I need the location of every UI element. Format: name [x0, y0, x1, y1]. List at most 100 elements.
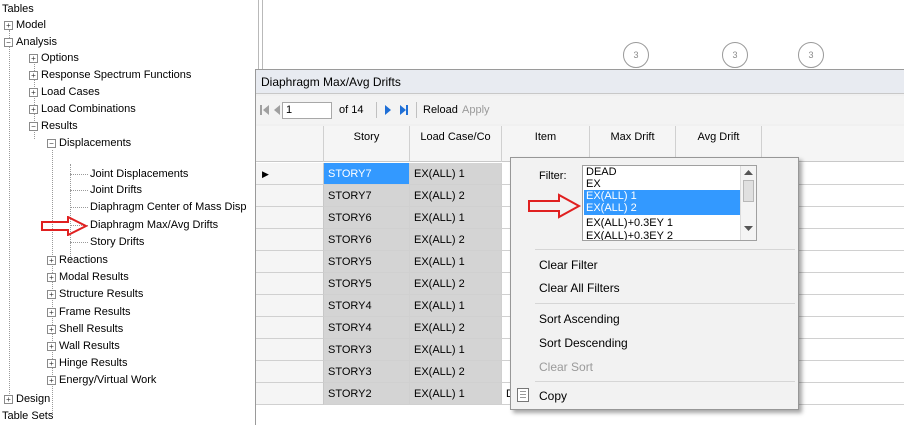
tree-item-label: Results: [41, 120, 78, 132]
last-page-icon[interactable]: [399, 104, 409, 116]
tree-item-label: Response Spectrum Functions: [41, 69, 192, 81]
copy-icon: [517, 388, 529, 402]
cell-load-case[interactable]: EX(ALL) 1: [410, 207, 502, 229]
copy-menu-item[interactable]: Copy: [539, 386, 567, 406]
row-header[interactable]: [256, 229, 324, 251]
red-annotation-arrow-icon: [528, 193, 582, 219]
cell-story[interactable]: STORY4: [324, 295, 410, 317]
apply-button[interactable]: Apply: [462, 96, 490, 124]
cell-story[interactable]: STORY6: [324, 207, 410, 229]
cell-load-case[interactable]: EX(ALL) 2: [410, 317, 502, 339]
row-header[interactable]: ▶: [256, 163, 324, 185]
row-header[interactable]: [256, 295, 324, 317]
reload-button[interactable]: Reload: [423, 96, 458, 124]
cell-story[interactable]: STORY4: [324, 317, 410, 339]
cell-story[interactable]: STORY5: [324, 251, 410, 273]
tree-item-label: Model: [16, 19, 46, 31]
column-header-story[interactable]: Story: [324, 126, 410, 162]
cell-story[interactable]: STORY3: [324, 339, 410, 361]
window-title: Diaphragm Max/Avg Drifts: [256, 70, 904, 94]
expand-icon[interactable]: +: [29, 88, 38, 97]
cell-story[interactable]: STORY3: [324, 361, 410, 383]
expand-icon[interactable]: +: [47, 325, 56, 334]
cell-load-case[interactable]: EX(ALL) 1: [410, 163, 502, 185]
cell-story[interactable]: STORY6: [324, 229, 410, 251]
filter-option[interactable]: EX(ALL)+0.3EY 2: [584, 230, 741, 240]
tree-item-label: Diaphragm Max/Avg Drifts: [90, 219, 219, 231]
cell-load-case[interactable]: EX(ALL) 2: [410, 273, 502, 295]
grid-bubble: 3: [623, 42, 649, 68]
cell-load-case[interactable]: EX(ALL) 2: [410, 185, 502, 207]
cell-load-case[interactable]: EX(ALL) 1: [410, 295, 502, 317]
row-header[interactable]: [256, 361, 324, 383]
row-header[interactable]: [256, 317, 324, 339]
sort-ascending-menu-item[interactable]: Sort Ascending: [539, 309, 620, 329]
tree-root-label: Tables: [2, 3, 34, 15]
next-page-icon[interactable]: [384, 104, 392, 116]
clear-filter-menu-item[interactable]: Clear Filter: [539, 255, 598, 275]
collapse-icon[interactable]: −: [4, 38, 13, 47]
tree-item-label: Hinge Results: [59, 357, 128, 369]
cell-load-case[interactable]: EX(ALL) 2: [410, 361, 502, 383]
grid-bubble: 3: [722, 42, 748, 68]
clear-sort-menu-item[interactable]: Clear Sort: [539, 357, 593, 377]
page-count-label: of 14: [339, 104, 364, 116]
cell-load-case[interactable]: EX(ALL) 1: [410, 251, 502, 273]
filter-listbox[interactable]: DEAD EX EX(ALL) 1 EX(ALL) 2 EX(ALL)+0.3E…: [582, 165, 757, 241]
cell-story[interactable]: STORY7: [324, 185, 410, 207]
page-number-input[interactable]: 1: [282, 102, 332, 119]
expand-icon[interactable]: +: [47, 359, 56, 368]
tree-item-label: Analysis: [16, 36, 57, 48]
expand-icon[interactable]: +: [47, 342, 56, 351]
expand-icon[interactable]: +: [29, 71, 38, 80]
table-toolbar: 1 of 14 Reload Apply: [256, 96, 904, 124]
scroll-down-icon[interactable]: [744, 226, 753, 232]
row-header[interactable]: [256, 207, 324, 229]
expand-icon[interactable]: +: [47, 273, 56, 282]
expand-icon[interactable]: +: [4, 21, 13, 30]
row-header-corner: [256, 126, 324, 162]
tree-item-label: Options: [41, 52, 79, 64]
tree-item-label: Reactions: [59, 254, 108, 266]
expand-icon[interactable]: +: [47, 308, 56, 317]
clear-all-filters-menu-item[interactable]: Clear All Filters: [539, 278, 620, 298]
cell-load-case[interactable]: EX(ALL) 1: [410, 383, 502, 405]
tree-item-label: Load Combinations: [41, 103, 136, 115]
row-header[interactable]: [256, 251, 324, 273]
sort-descending-menu-item[interactable]: Sort Descending: [539, 333, 628, 353]
tree-footer-label: Table Sets: [2, 410, 54, 422]
collapse-icon[interactable]: −: [47, 139, 56, 148]
scroll-thumb[interactable]: [743, 180, 754, 202]
expand-icon[interactable]: +: [47, 376, 56, 385]
tree-item-label: Energy/Virtual Work: [59, 374, 157, 386]
column-header-load-case[interactable]: Load Case/Co: [410, 126, 502, 162]
row-header[interactable]: [256, 273, 324, 295]
grid-bubble: 3: [798, 42, 824, 68]
tree-item-label: Joint Drifts: [90, 184, 142, 196]
row-header[interactable]: [256, 383, 324, 405]
expand-icon[interactable]: +: [29, 54, 38, 63]
cell-story[interactable]: STORY2: [324, 383, 410, 405]
tree-item-label: Displacements: [59, 137, 132, 149]
row-header[interactable]: [256, 339, 324, 361]
expand-icon[interactable]: +: [47, 256, 56, 265]
tree-item-label: Structure Results: [59, 288, 144, 300]
scroll-up-icon[interactable]: [744, 170, 753, 176]
filter-option[interactable]: EX(ALL)+0.3EY 1: [584, 217, 741, 230]
filter-scrollbar[interactable]: [740, 166, 756, 240]
row-header[interactable]: [256, 185, 324, 207]
cell-story[interactable]: STORY5: [324, 273, 410, 295]
collapse-icon[interactable]: −: [29, 122, 38, 131]
first-page-icon[interactable]: [260, 104, 270, 116]
tables-tree-panel: Tables + Model − Analysis + Options + Re…: [0, 0, 262, 425]
cell-load-case[interactable]: EX(ALL) 1: [410, 339, 502, 361]
tree-item-label: Modal Results: [59, 271, 129, 283]
tree-item-label: Story Drifts: [90, 236, 145, 248]
expand-icon[interactable]: +: [47, 290, 56, 299]
filter-option-selected[interactable]: EX(ALL) 2: [584, 202, 741, 215]
expand-icon[interactable]: +: [4, 395, 13, 404]
expand-icon[interactable]: +: [29, 105, 38, 114]
cell-story[interactable]: STORY7: [324, 163, 410, 185]
previous-page-icon[interactable]: [273, 104, 281, 116]
cell-load-case[interactable]: EX(ALL) 2: [410, 229, 502, 251]
